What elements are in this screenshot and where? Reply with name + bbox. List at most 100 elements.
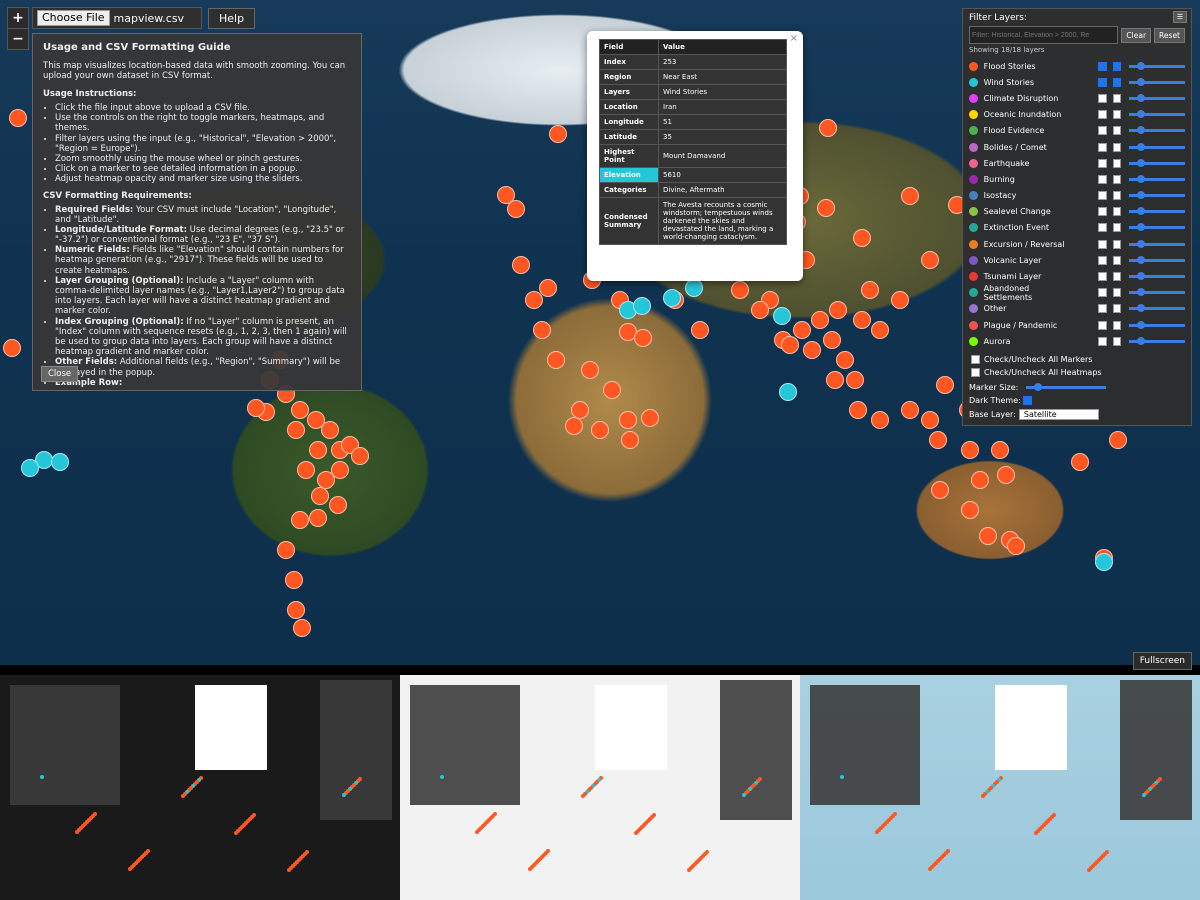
map-marker[interactable] [1007, 537, 1025, 555]
map-marker[interactable] [891, 291, 909, 309]
map-marker[interactable] [277, 541, 295, 559]
close-guide-button[interactable]: Close [41, 366, 79, 382]
layer-marker-checkbox[interactable] [1097, 207, 1107, 217]
map-marker[interactable] [901, 401, 919, 419]
base-layer-select[interactable]: Satellite [1018, 409, 1099, 421]
layer-heatmap-checkbox[interactable] [1112, 320, 1122, 330]
layer-marker-checkbox[interactable] [1097, 223, 1107, 233]
map-marker[interactable] [781, 336, 799, 354]
map-marker[interactable] [685, 279, 703, 297]
map-marker[interactable] [633, 297, 651, 315]
layer-heatmap-checkbox[interactable] [1112, 288, 1122, 298]
layer-heatmap-checkbox[interactable] [1112, 126, 1122, 136]
map-marker[interactable] [1095, 553, 1113, 571]
map-marker[interactable] [849, 401, 867, 419]
map-marker[interactable] [751, 301, 769, 319]
layer-opacity-slider[interactable] [1129, 239, 1185, 248]
layer-opacity-slider[interactable] [1129, 272, 1185, 281]
map-marker[interactable] [871, 411, 889, 429]
map-marker[interactable] [285, 571, 303, 589]
map-marker[interactable] [331, 461, 349, 479]
layer-marker-checkbox[interactable] [1097, 158, 1107, 168]
map-marker[interactable] [603, 381, 621, 399]
layer-marker-checkbox[interactable] [1097, 191, 1107, 201]
layer-heatmap-checkbox[interactable] [1112, 304, 1122, 314]
layer-opacity-slider[interactable] [1129, 223, 1185, 232]
map-marker[interactable] [817, 199, 835, 217]
check-all-heatmaps-row[interactable]: Check/Uncheck All Heatmaps [969, 368, 1185, 378]
map-marker[interactable] [997, 466, 1015, 484]
map-marker[interactable] [565, 417, 583, 435]
layer-marker-checkbox[interactable] [1097, 142, 1107, 152]
map-marker[interactable] [1071, 453, 1089, 471]
map-marker[interactable] [853, 311, 871, 329]
map-marker[interactable] [921, 251, 939, 269]
fullscreen-button[interactable]: Fullscreen [1132, 652, 1192, 670]
map-marker[interactable] [829, 301, 847, 319]
map-marker[interactable] [351, 447, 369, 465]
layer-heatmap-checkbox[interactable] [1112, 174, 1122, 184]
layer-marker-checkbox[interactable] [1097, 110, 1107, 120]
help-button[interactable]: Help [208, 7, 256, 29]
layer-heatmap-checkbox[interactable] [1112, 336, 1122, 346]
layer-marker-checkbox[interactable] [1097, 239, 1107, 249]
map-marker[interactable] [309, 509, 327, 527]
layer-marker-checkbox[interactable] [1097, 272, 1107, 282]
map-marker[interactable] [291, 401, 309, 419]
layer-opacity-slider[interactable] [1129, 77, 1185, 86]
map-marker[interactable] [539, 279, 557, 297]
map-marker[interactable] [297, 461, 315, 479]
layer-marker-checkbox[interactable] [1097, 77, 1107, 87]
map-marker[interactable] [836, 351, 854, 369]
map-marker[interactable] [853, 229, 871, 247]
layer-heatmap-checkbox[interactable] [1112, 207, 1122, 217]
map-marker[interactable] [547, 351, 565, 369]
map-marker[interactable] [819, 119, 837, 137]
map-marker[interactable] [921, 411, 939, 429]
marker-size-slider[interactable] [1026, 383, 1107, 392]
layer-opacity-slider[interactable] [1129, 93, 1185, 102]
map-marker[interactable] [779, 383, 797, 401]
zoom-out-button[interactable]: − [8, 29, 28, 49]
choose-file-button[interactable]: Choose File [37, 10, 110, 26]
map-marker[interactable] [287, 601, 305, 619]
map-marker[interactable] [321, 421, 339, 439]
map-marker[interactable] [731, 281, 749, 299]
layer-opacity-slider[interactable] [1129, 174, 1185, 183]
map-marker[interactable] [861, 281, 879, 299]
reset-button[interactable]: Reset [1154, 27, 1185, 43]
map-marker[interactable] [961, 501, 979, 519]
check-all-heatmaps-checkbox[interactable] [971, 368, 980, 378]
map-marker[interactable] [287, 421, 305, 439]
layer-opacity-slider[interactable] [1129, 255, 1185, 264]
map-marker[interactable] [291, 511, 309, 529]
layer-heatmap-checkbox[interactable] [1112, 191, 1122, 201]
layer-marker-checkbox[interactable] [1097, 126, 1107, 136]
layer-opacity-slider[interactable] [1129, 110, 1185, 119]
layer-opacity-slider[interactable] [1129, 336, 1185, 345]
map-marker[interactable] [823, 331, 841, 349]
map-marker[interactable] [773, 307, 791, 325]
layer-marker-checkbox[interactable] [1097, 174, 1107, 184]
map-marker[interactable] [846, 371, 864, 389]
map-marker[interactable] [1109, 431, 1127, 449]
map-marker[interactable] [309, 441, 327, 459]
filter-input[interactable] [969, 26, 1119, 44]
clear-button[interactable]: Clear [1121, 27, 1152, 43]
layer-opacity-slider[interactable] [1129, 61, 1185, 70]
map-marker[interactable] [931, 481, 949, 499]
map-marker[interactable] [621, 431, 639, 449]
layer-opacity-slider[interactable] [1129, 191, 1185, 200]
file-input[interactable]: Choose File mapview.csv [32, 7, 202, 29]
map-marker[interactable] [826, 371, 844, 389]
layer-opacity-slider[interactable] [1129, 288, 1185, 297]
layer-heatmap-checkbox[interactable] [1112, 110, 1122, 120]
map-marker[interactable] [991, 441, 1009, 459]
layer-opacity-slider[interactable] [1129, 126, 1185, 135]
map-marker[interactable] [549, 125, 567, 143]
map-marker[interactable] [51, 453, 69, 471]
map-marker[interactable] [533, 321, 551, 339]
layer-opacity-slider[interactable] [1129, 207, 1185, 216]
map-marker[interactable] [663, 289, 681, 307]
layer-heatmap-checkbox[interactable] [1112, 223, 1122, 233]
